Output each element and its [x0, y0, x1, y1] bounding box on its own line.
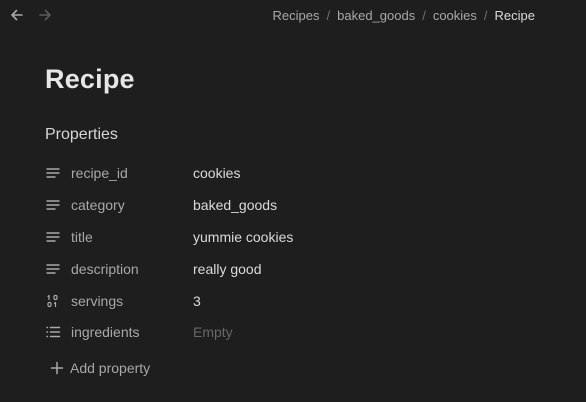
breadcrumb-separator: /: [422, 7, 426, 23]
text-icon: [45, 229, 65, 245]
property-name[interactable]: title: [71, 229, 93, 245]
page-title[interactable]: Recipe: [45, 64, 135, 95]
text-icon: [45, 165, 65, 181]
arrow-right-icon: [38, 8, 52, 22]
breadcrumb-item-cookies[interactable]: cookies: [433, 8, 477, 23]
property-row-ingredients[interactable]: ingredients Empty: [45, 321, 465, 343]
back-button[interactable]: [8, 6, 26, 24]
top-bar: Recipes / baked_goods / cookies / Recipe: [0, 0, 586, 30]
number-icon: [45, 293, 65, 309]
property-name[interactable]: servings: [71, 293, 123, 309]
breadcrumb-item-baked-goods[interactable]: baked_goods: [337, 8, 415, 23]
property-value[interactable]: cookies: [193, 165, 240, 181]
text-icon: [45, 261, 65, 277]
property-name[interactable]: ingredients: [71, 324, 140, 340]
property-value[interactable]: really good: [193, 261, 262, 277]
breadcrumb-item-current[interactable]: Recipe: [495, 8, 535, 23]
property-row-title[interactable]: title yummie cookies: [45, 226, 465, 248]
plus-icon: [50, 361, 66, 375]
add-property-label: Add property: [70, 360, 151, 376]
property-name[interactable]: recipe_id: [71, 165, 128, 181]
breadcrumb-item-recipes[interactable]: Recipes: [273, 8, 320, 23]
property-name[interactable]: category: [71, 197, 125, 213]
property-value-empty[interactable]: Empty: [193, 324, 233, 340]
breadcrumb: Recipes / baked_goods / cookies / Recipe: [273, 6, 535, 24]
properties-heading[interactable]: Properties: [45, 126, 118, 144]
property-row-recipe-id[interactable]: recipe_id cookies: [45, 162, 465, 184]
breadcrumb-separator: /: [326, 7, 331, 23]
property-value[interactable]: yummie cookies: [193, 229, 293, 245]
forward-button[interactable]: [36, 6, 54, 24]
breadcrumb-separator: /: [483, 7, 488, 23]
property-row-description[interactable]: description really good: [45, 258, 465, 280]
property-name[interactable]: description: [71, 261, 139, 277]
list-icon: [45, 324, 65, 340]
property-value[interactable]: 3: [193, 293, 201, 309]
text-icon: [45, 197, 65, 213]
property-value[interactable]: baked_goods: [193, 197, 277, 213]
arrow-left-icon: [10, 8, 24, 22]
property-row-servings[interactable]: servings 3: [45, 290, 465, 312]
property-row-category[interactable]: category baked_goods: [45, 194, 465, 216]
add-property-button[interactable]: Add property: [50, 357, 150, 379]
